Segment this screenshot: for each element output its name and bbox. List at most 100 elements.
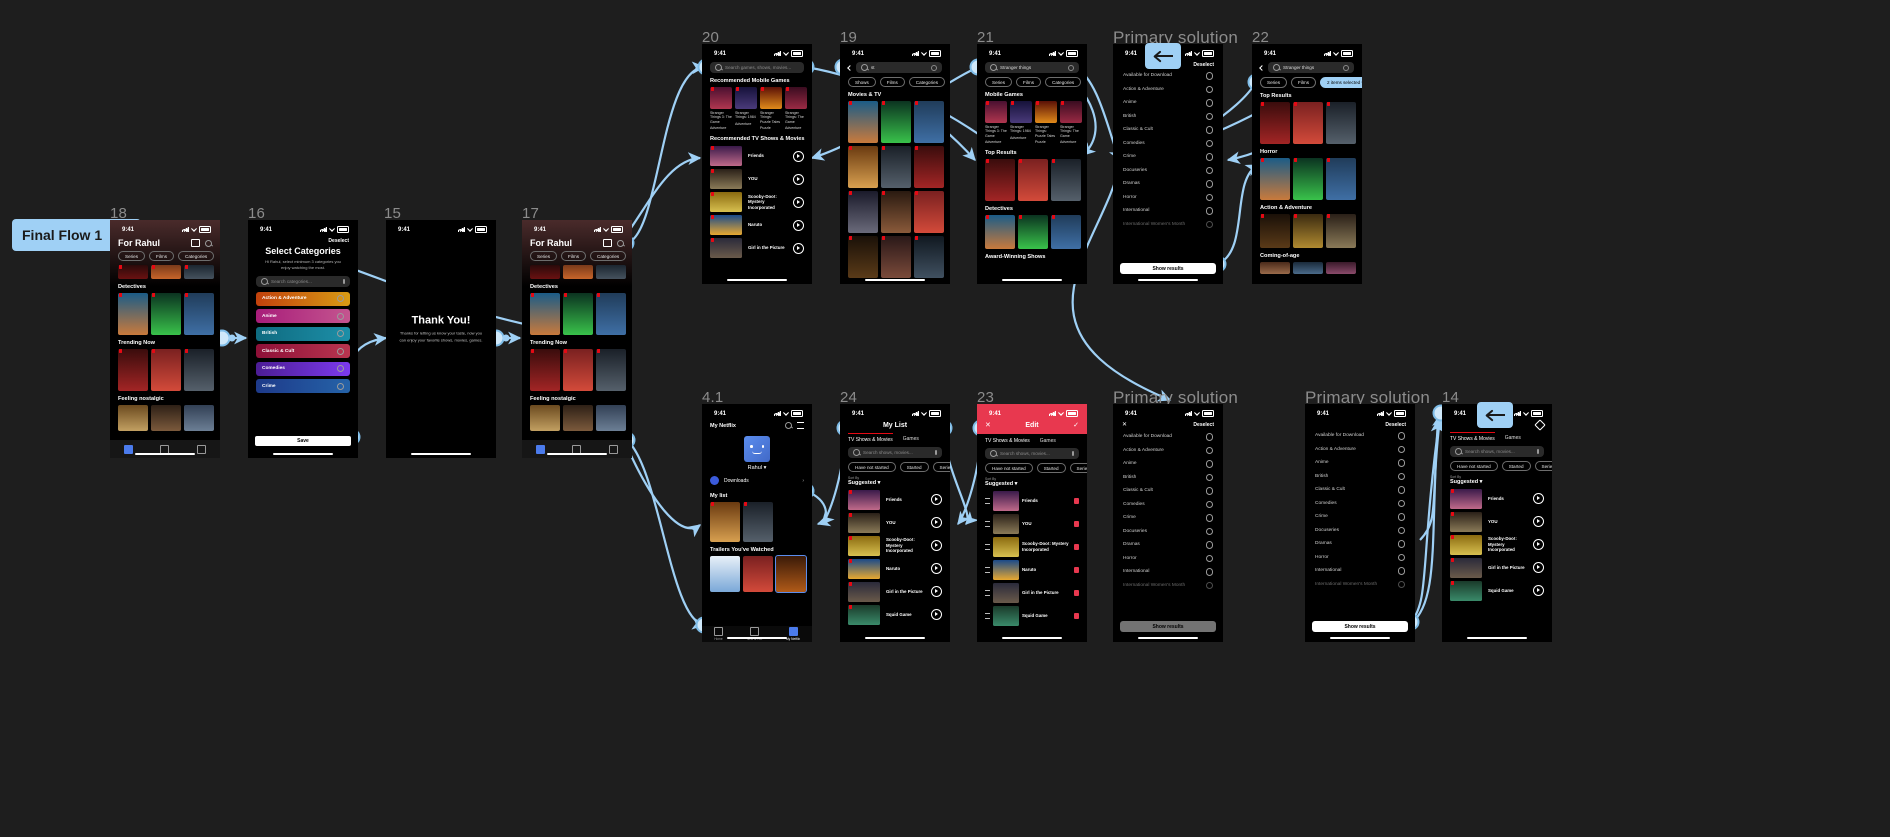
radio-icon[interactable] bbox=[1205, 473, 1213, 481]
poster-row-nostalgic[interactable] bbox=[110, 405, 220, 431]
poster-tile[interactable] bbox=[596, 265, 626, 279]
screen-21[interactable]: 9:41 Stranger things Series Films Catego… bbox=[977, 44, 1087, 284]
filter-british[interactable]: British bbox=[1113, 471, 1223, 485]
search-icon[interactable] bbox=[205, 239, 212, 247]
poster-tile[interactable] bbox=[1260, 158, 1290, 200]
chip-started[interactable]: Started bbox=[1036, 463, 1066, 473]
category-comedies[interactable]: Comedies bbox=[256, 361, 350, 376]
play-icon[interactable] bbox=[1533, 539, 1544, 550]
show-thumb[interactable] bbox=[710, 169, 742, 190]
search-input[interactable]: Stranger things bbox=[985, 62, 1079, 73]
chip-films[interactable]: Films bbox=[149, 251, 175, 261]
list-item[interactable]: Naruto bbox=[702, 214, 812, 237]
poster-tile[interactable] bbox=[881, 146, 911, 188]
cast-icon[interactable] bbox=[191, 239, 200, 247]
filter-available-download[interactable]: Available for Download bbox=[1113, 69, 1223, 83]
filter-chip-row[interactable]: Have not started Started Series Films bbox=[1442, 461, 1552, 471]
tab-home[interactable] bbox=[535, 444, 545, 454]
filter-docuseries[interactable]: Docuseries bbox=[1113, 525, 1223, 539]
screen-22[interactable]: 9:41 Stranger things Series Films 2 item… bbox=[1252, 44, 1362, 284]
poster-row-coming-of-age[interactable] bbox=[1252, 262, 1362, 274]
drag-handle-icon[interactable] bbox=[985, 566, 990, 573]
game-art[interactable] bbox=[1035, 101, 1057, 123]
filter-dramas[interactable]: Dramas bbox=[1113, 177, 1223, 191]
check-icon[interactable]: ✓ bbox=[1073, 422, 1079, 429]
poster-tile[interactable] bbox=[596, 405, 626, 431]
sort-value[interactable]: Suggested ▾ bbox=[848, 480, 942, 486]
poster-tile[interactable] bbox=[985, 158, 1015, 201]
filter-international[interactable]: International bbox=[1305, 564, 1415, 578]
pencil-icon[interactable] bbox=[1534, 419, 1546, 431]
filter-international-womens-month[interactable]: International Women's Month bbox=[1113, 579, 1223, 593]
tab-tv-shows-movies[interactable]: TV Shows & Movies bbox=[848, 433, 893, 443]
poster-tile[interactable] bbox=[743, 556, 773, 592]
list-item[interactable]: Naruto bbox=[840, 557, 950, 580]
filter-docuseries[interactable]: Docuseries bbox=[1305, 524, 1415, 538]
radio-icon[interactable] bbox=[1397, 472, 1405, 480]
filter-classic-cult[interactable]: Classic & Cult bbox=[1113, 484, 1223, 498]
filter-international-womens-month[interactable]: International Women's Month bbox=[1305, 578, 1415, 592]
radio-icon[interactable] bbox=[1205, 72, 1213, 80]
radio-icon[interactable] bbox=[337, 312, 344, 320]
screen-17[interactable]: 9:41 For Rahul Series Films Categories D… bbox=[522, 220, 632, 458]
game-row[interactable]: Stranger Things 3: The Game Adventure St… bbox=[702, 87, 812, 131]
chip-shows[interactable]: Shows bbox=[848, 77, 876, 87]
tab-my-netflix[interactable]: My Netflix bbox=[786, 627, 800, 641]
filter-british[interactable]: British bbox=[1305, 470, 1415, 484]
radio-icon[interactable] bbox=[1205, 193, 1213, 201]
search-categories-input[interactable]: Search categories... bbox=[256, 275, 350, 287]
drag-handle-icon[interactable] bbox=[985, 612, 990, 619]
filter-action-adventure[interactable]: Action & Adventure bbox=[1305, 443, 1415, 457]
radio-icon[interactable] bbox=[337, 382, 344, 390]
chip-films[interactable]: Films bbox=[561, 251, 587, 261]
poster-tile[interactable] bbox=[184, 265, 214, 279]
game-item[interactable]: Stranger Things 3: The Game Adventure bbox=[710, 87, 732, 131]
trash-icon[interactable] bbox=[1074, 612, 1079, 619]
prototype-canvas[interactable]: Final Flow 1 18 16 15 17 20 19 21 Primar… bbox=[0, 0, 1890, 837]
filter-anime[interactable]: Anime bbox=[1305, 456, 1415, 470]
radio-icon[interactable] bbox=[1397, 445, 1405, 453]
screen-19[interactable]: 9:41 st Shows Films Categories Movies & … bbox=[840, 44, 950, 284]
poster-tile[interactable] bbox=[881, 236, 911, 278]
poster-tile[interactable] bbox=[1326, 262, 1356, 274]
chip-categories[interactable]: Categories bbox=[1045, 77, 1082, 87]
game-item[interactable]: Stranger Things: The Game Adventure bbox=[785, 87, 807, 131]
poster-row-detectives[interactable] bbox=[110, 293, 220, 335]
poster-tile[interactable] bbox=[563, 405, 593, 431]
filter-horror[interactable]: Horror bbox=[1305, 551, 1415, 565]
radio-icon[interactable] bbox=[337, 330, 344, 338]
chip-films[interactable]: Films bbox=[1291, 77, 1317, 88]
poster-tile[interactable] bbox=[118, 293, 148, 335]
poster-tile[interactable] bbox=[775, 555, 807, 593]
chip-series[interactable]: Series bbox=[1260, 77, 1288, 88]
poster-tile[interactable] bbox=[563, 349, 593, 391]
tab-home[interactable]: Home bbox=[713, 627, 723, 641]
filter-dramas[interactable]: Dramas bbox=[1113, 538, 1223, 552]
poster-tile[interactable] bbox=[1051, 158, 1081, 201]
radio-icon[interactable] bbox=[1397, 459, 1405, 467]
poster-tile[interactable] bbox=[914, 236, 944, 278]
search-icon[interactable] bbox=[617, 239, 624, 247]
list-item[interactable]: YOU bbox=[977, 512, 1087, 535]
filter-horror[interactable]: Horror bbox=[1113, 552, 1223, 566]
screen-24[interactable]: 9:41 My List TV Shows & Movies Games Sea… bbox=[840, 404, 950, 642]
cast-icon[interactable] bbox=[603, 239, 612, 247]
category-anime[interactable]: Anime bbox=[256, 309, 350, 324]
chip-series[interactable]: Series bbox=[932, 462, 950, 472]
list-item[interactable]: Squid Game bbox=[840, 603, 950, 626]
poster-tile[interactable] bbox=[151, 293, 181, 335]
list-item[interactable]: YOU bbox=[702, 168, 812, 191]
tab-games[interactable]: Games bbox=[1505, 432, 1521, 442]
game-art[interactable] bbox=[735, 87, 757, 109]
poster-tile[interactable] bbox=[530, 265, 560, 279]
list-item[interactable]: Girl in the Picture bbox=[977, 581, 1087, 604]
game-row[interactable]: Stranger Things 3: The Game Adventure St… bbox=[977, 101, 1087, 145]
list-item[interactable]: Friends bbox=[840, 488, 950, 511]
filter-international[interactable]: International bbox=[1113, 565, 1223, 579]
list-item[interactable]: Squid Game bbox=[977, 604, 1087, 627]
filter-chip-row[interactable]: Series Films Categories bbox=[977, 77, 1087, 87]
poster-row-top-results[interactable] bbox=[1252, 102, 1362, 144]
filter-chip-row[interactable]: Shows Films Categories bbox=[840, 77, 950, 87]
play-icon[interactable] bbox=[931, 517, 942, 528]
radio-icon[interactable] bbox=[1397, 526, 1405, 534]
